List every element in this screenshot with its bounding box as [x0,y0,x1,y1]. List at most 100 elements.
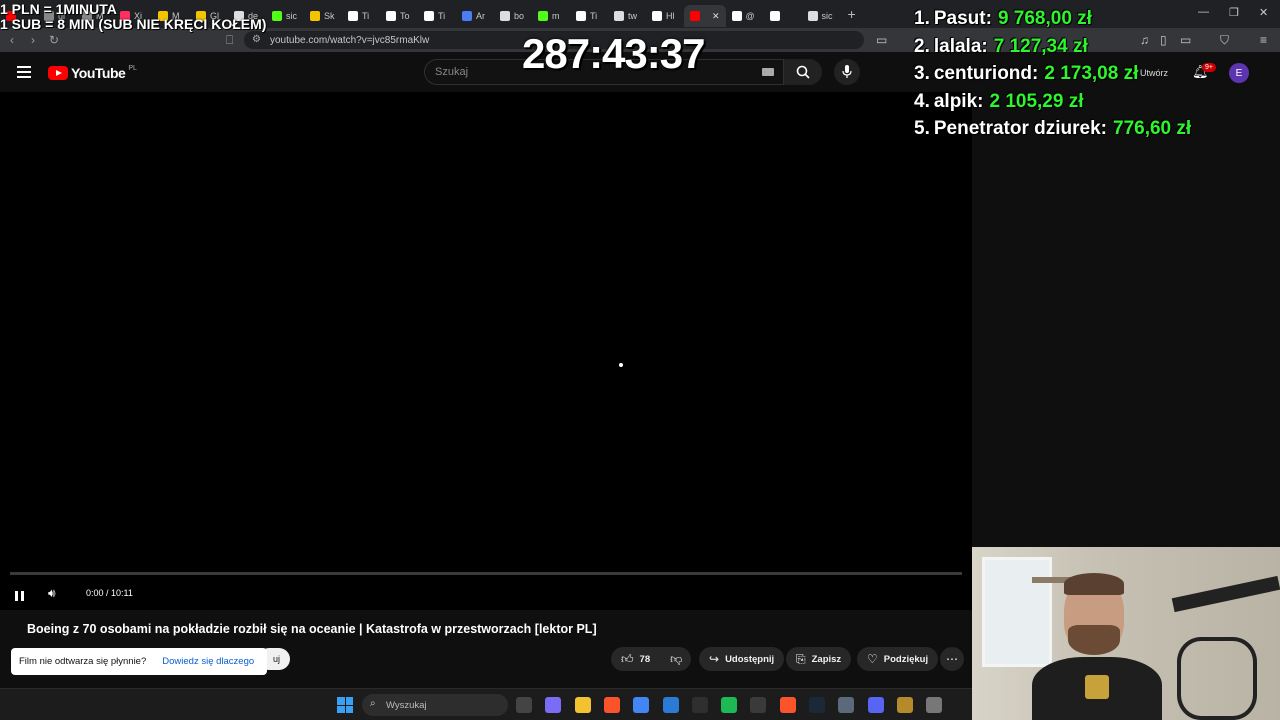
tab-label: bo [514,11,525,21]
close-tab-icon[interactable]: ✕ [712,11,720,22]
reload-icon[interactable]: ↻ [49,33,59,47]
store-icon[interactable] [662,697,679,713]
leaderboard-name: lalala: [933,35,988,57]
leaderboard-row: 5. Penetrator dziurek: 776,60 zł [914,118,1191,146]
leaderboard-name: Penetrator dziurek: [933,118,1108,139]
browser-tab[interactable]: sic [266,5,304,27]
bookmark-icon[interactable]: ⎕ [226,33,233,48]
obs-icon[interactable] [691,697,708,713]
thanks-label: Podziękuj [883,653,929,665]
close-window-icon[interactable]: ✕ [1259,6,1268,19]
browser-tab[interactable]: Ar [456,5,494,27]
keyboard-icon[interactable] [762,68,774,76]
share-label: Udostępnij [725,653,775,665]
volume-icon[interactable]: 🔊︎ [48,586,56,601]
webcam-chair-shape [1177,637,1257,720]
calculator-icon[interactable] [838,697,855,713]
webcam-window-shape [982,557,1052,667]
kick-favicon [272,11,282,21]
brave-alt-icon[interactable] [779,697,796,713]
forward-icon[interactable]: › [31,33,35,47]
browser-tab[interactable]: Ti [570,5,608,27]
task-view-icon[interactable] [516,697,532,713]
tab-label: Hl [666,11,675,21]
browser-tab[interactable]: @ [726,5,764,27]
browser-tab[interactable]: Ti [342,5,380,27]
leaderboard-rank: 3. [914,63,930,84]
bookmark-save-icon: ⎘ [796,651,806,666]
back-icon[interactable]: ‹ [10,33,14,47]
leaderboard-rank: 4. [914,90,930,112]
shield-icon[interactable]: ⛉ [1220,33,1229,48]
thanks-button[interactable]: ♡ Podziękuj [857,647,939,671]
avatar[interactable]: E [1229,63,1249,83]
media-app-icon[interactable] [750,697,767,713]
leaderboard-name: alpik: [933,90,984,112]
browser-tab[interactable]: m [532,5,570,27]
chrome-icon[interactable] [633,697,650,713]
video-player[interactable]: 🔊︎ 0:00 / 10:11 [0,92,972,610]
youtube-logo-text: YouTube [71,65,126,81]
browser-tab[interactable]: sic [802,5,840,27]
tiktok-favicon [576,11,586,21]
google-favicon [614,11,624,21]
webcam-hair-shape [1064,573,1124,595]
browser-tab[interactable]: Hl [646,5,684,27]
browser-tab[interactable]: tw [608,5,646,27]
dislike-icon[interactable]: 👎︎ [670,652,682,667]
windows-taskbar: ⌕ Wyszukaj [0,688,972,720]
tiktok-favicon [348,11,358,21]
minimize-icon[interactable]: — [1198,6,1209,18]
url-text: youtube.com/watch?v=jvc85rmaKlw [270,34,430,46]
file-explorer-icon[interactable] [574,697,591,713]
menu-icon[interactable]: ≡ [1260,33,1267,47]
youtube-play-icon [48,66,68,80]
leaderboard-amount: 7 127,34 zł [993,35,1088,57]
brave-icon[interactable] [603,697,620,713]
discord-icon[interactable] [867,697,884,713]
share-button[interactable]: ↪ Udostępnij [699,647,785,671]
more-actions-button[interactable]: ⋯ [940,647,964,671]
search-placeholder: Szukaj [435,66,469,78]
cast-icon[interactable]: ▭ [876,33,887,47]
new-tab-button[interactable]: + [848,6,856,22]
settings-icon[interactable] [926,697,943,713]
voice-search-button[interactable] [834,59,860,85]
site-info-icon[interactable]: ⚙ [252,34,261,45]
youtube-logo[interactable]: YouTube PL [48,65,137,81]
like-icon[interactable]: 👍︎ [621,652,634,667]
country-code: PL [128,64,137,72]
tab-label: Sk [324,11,335,21]
playback-toast: Film nie odtwarza się płynnie? Dowiedz s… [11,648,267,675]
taskbar-search-input[interactable]: ⌕ Wyszukaj [362,694,508,716]
leaderboard-row: 2. lalala: 7 127,34 zł [914,36,1191,64]
leaderboard-row: 4. alpik: 2 105,29 zł [914,91,1191,119]
spotify-icon[interactable] [721,697,738,713]
kick-favicon [538,11,548,21]
browser-tab[interactable]: Sk [304,5,342,27]
search-button[interactable] [784,59,822,85]
video-progress-bar[interactable] [10,572,962,575]
browser-tab[interactable] [764,5,802,27]
maximize-icon[interactable]: ❐ [1229,6,1239,19]
tiktok-favicon [731,11,742,21]
browser-tab[interactable]: To [380,5,418,27]
copilot-icon[interactable] [545,697,562,713]
windows-start-icon[interactable] [337,697,353,713]
leaderboard-amount: 9 768,00 zł [997,8,1092,29]
rate-line-1: 1 PLN = 1MINUTA [0,1,117,17]
like-count[interactable]: 78 [640,654,651,665]
toast-message: Film nie odtwarza się płynnie? [19,656,147,667]
browser-tab[interactable]: ✕ [684,5,726,27]
browser-tab[interactable]: bo [494,5,532,27]
steam-icon[interactable] [809,697,825,713]
league-icon[interactable] [896,697,913,713]
browser-tab[interactable]: Ti [418,5,456,27]
hamburger-menu-icon[interactable] [17,66,31,78]
save-button[interactable]: ⎘ Zapisz [786,647,852,671]
learn-why-link[interactable]: Dowiedz się dlaczego [162,656,254,667]
taskbar-search-icon: ⌕ [370,698,376,709]
screen: { "browser": { "tabs": [ {"label": "", "… [0,0,1280,720]
leaderboard-rank: 2. [914,35,930,57]
pause-button[interactable] [15,588,27,606]
